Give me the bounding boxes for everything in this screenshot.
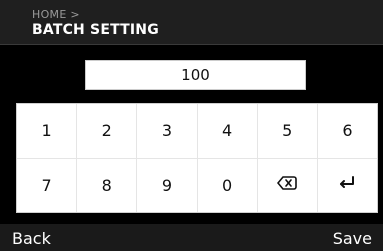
enter-key[interactable] <box>317 158 377 212</box>
key-6[interactable]: 6 <box>317 104 377 158</box>
breadcrumb[interactable]: HOME > <box>32 8 80 21</box>
enter-icon <box>337 175 357 195</box>
key-7[interactable]: 7 <box>17 158 77 212</box>
batch-value-text: 100 <box>181 66 210 84</box>
screen-header: HOME > BATCH SETTING <box>0 0 383 45</box>
backspace-icon <box>277 175 298 195</box>
batch-value-display[interactable]: 100 <box>85 60 306 90</box>
key-2[interactable]: 2 <box>77 104 137 158</box>
key-1[interactable]: 1 <box>17 104 77 158</box>
key-3[interactable]: 3 <box>137 104 197 158</box>
key-5[interactable]: 5 <box>257 104 317 158</box>
save-button[interactable]: Save <box>333 229 372 248</box>
numeric-keypad: 1 2 3 4 5 6 7 8 9 0 <box>16 103 378 213</box>
back-button[interactable]: Back <box>12 229 51 248</box>
key-8[interactable]: 8 <box>77 158 137 212</box>
key-4[interactable]: 4 <box>197 104 257 158</box>
key-0[interactable]: 0 <box>197 158 257 212</box>
backspace-key[interactable] <box>257 158 317 212</box>
key-9[interactable]: 9 <box>137 158 197 212</box>
footer-bar: Back Save <box>0 225 383 251</box>
page-title: BATCH SETTING <box>32 22 159 38</box>
